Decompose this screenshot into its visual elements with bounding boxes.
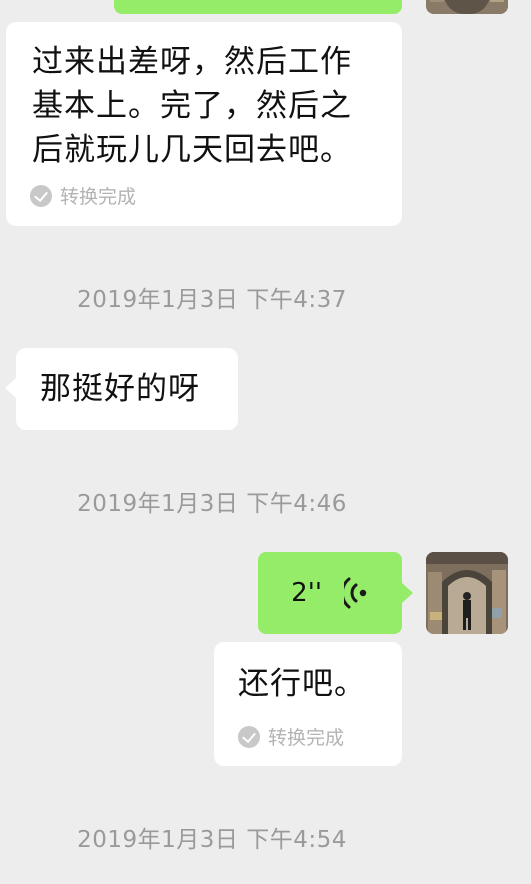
message-text: 那挺好的呀 [40,371,200,407]
voice-wave-icon [344,577,367,609]
transcription-text: 还行吧。 [238,666,366,702]
conversion-status-label: 转换完成 [268,727,345,749]
message-text-line: 基本上。完了，然后之 [32,88,352,124]
conversion-status-label: 转换完成 [60,186,137,208]
received-message-bubble[interactable]: 那挺好的呀 [16,348,238,430]
avatar-image [426,552,508,634]
check-circle-icon [238,725,260,748]
user-avatar-top[interactable] [426,0,508,14]
bubble-tail [5,378,16,398]
message-text-line: 后就玩儿几天回去吧。 [32,132,352,168]
voice-duration: 2'' [291,578,322,608]
message-timestamp: 2019年1月3日 下午4:37 [77,287,347,313]
avatar-image [426,0,508,14]
user-avatar[interactable] [426,552,508,634]
conversion-status: 转换完成 [30,182,136,209]
bubble-tail [402,583,413,603]
sent-message-bubble-partial[interactable] [114,0,402,14]
message-text-line: 过来出差呀，然后工作 [32,44,352,80]
voice-message-bubble[interactable]: 2'' [258,552,402,634]
received-message-bubble[interactable]: 过来出差呀，然后工作 基本上。完了，然后之 后就玩儿几天回去吧。 转换完成 [6,22,402,226]
message-timestamp: 2019年1月3日 下午4:54 [77,827,347,853]
message-timestamp: 2019年1月3日 下午4:46 [77,491,347,517]
check-circle-icon [30,184,52,207]
voice-transcription-bubble[interactable]: 还行吧。 转换完成 [214,642,402,766]
conversion-status: 转换完成 [238,723,344,750]
